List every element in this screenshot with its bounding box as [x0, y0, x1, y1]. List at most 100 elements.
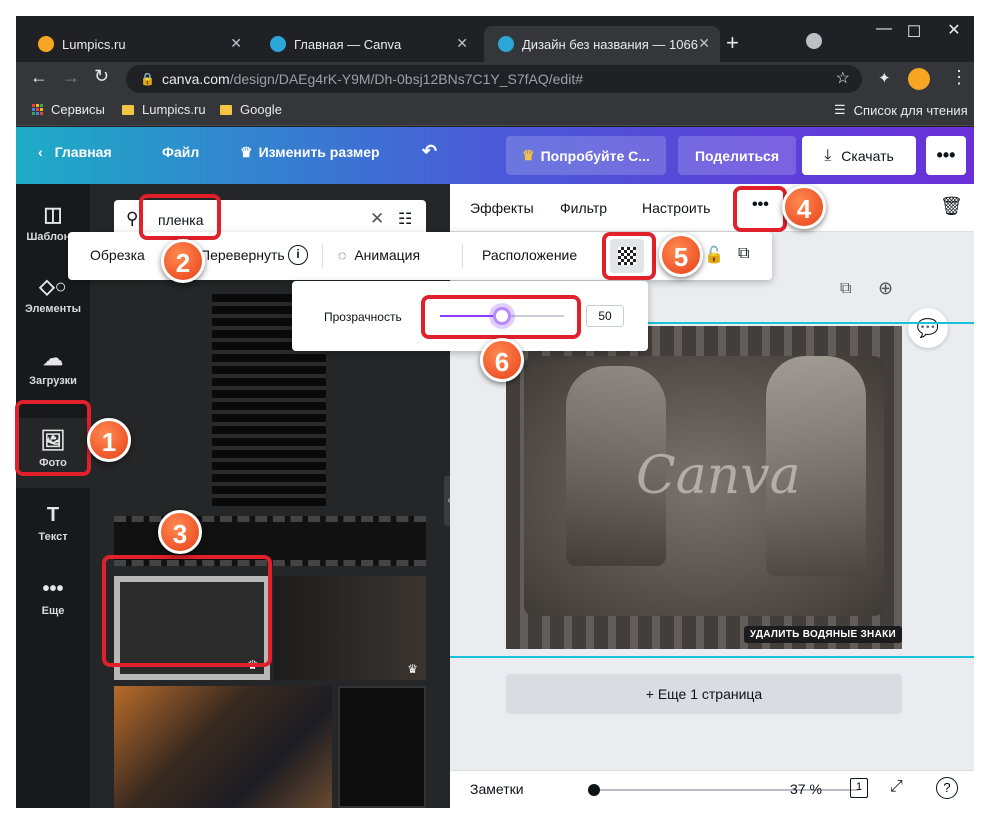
new-tab-icon[interactable]: + [726, 30, 739, 56]
canva-favicon-icon [498, 36, 514, 52]
home-button[interactable]: ‹ Главная [38, 144, 112, 160]
rail-more[interactable]: ••• Еще [16, 578, 90, 617]
back-icon[interactable]: ← [30, 67, 48, 88]
notes-button[interactable]: Заметки [470, 781, 524, 797]
filter-button[interactable]: Фильтр [560, 200, 607, 216]
bookmark-lumpics[interactable]: Lumpics.ru [122, 102, 206, 117]
search-icon: ⚲ [126, 209, 139, 228]
highlight-transparency [602, 232, 656, 280]
file-menu[interactable]: Файл [162, 144, 199, 160]
tab-title: Главная — Canva [294, 36, 402, 52]
close-tab-icon[interactable]: ✕ [230, 35, 242, 52]
camera-photo-thumbnail[interactable] [114, 686, 332, 808]
bookmarks-bar: Сервисы Lumpics.ru Google ☰ Список для чт… [16, 96, 974, 126]
add-page-button[interactable]: + Еще 1 страница [506, 674, 902, 714]
bookmark-label: Список для чтения [853, 102, 968, 118]
url-host: canva.com [162, 71, 230, 87]
try-label: Попробуйте С... [540, 147, 650, 164]
reload-icon[interactable]: ↻ [94, 66, 109, 87]
highlight-thumbnail [102, 555, 272, 667]
rail-elements[interactable]: ◇○ Элементы [16, 274, 90, 315]
tab-search-icon[interactable] [806, 33, 822, 49]
rail-uploads[interactable]: ☁ Загрузки [16, 346, 90, 387]
rail-label: Элементы [24, 303, 82, 315]
help-icon[interactable]: ? [936, 777, 958, 799]
bookmark-label: Google [240, 102, 282, 117]
selection-guide [450, 656, 974, 658]
url-field[interactable]: 🔒 canva.com/design/DAEg4rK-Y9M/Dh-0bsj12… [126, 65, 862, 93]
folder-icon [220, 104, 232, 115]
bookmark-google[interactable]: Google [220, 102, 282, 117]
share-button[interactable]: Поделиться [678, 136, 796, 175]
resize-button[interactable]: ♛ Изменить размер [240, 144, 380, 161]
rail-text[interactable]: T Текст [16, 504, 90, 543]
highlight-more-options [733, 186, 787, 232]
tab-bar: Lumpics.ru ✕ Главная — Canva ✕ Дизайн бе… [16, 16, 974, 62]
page-count-icon[interactable]: 1 [850, 778, 868, 798]
reading-list[interactable]: ☰ Список для чтения [834, 102, 968, 118]
browser-window: Lumpics.ru ✕ Главная — Canva ✕ Дизайн бе… [16, 16, 974, 808]
download-icon: ⤓ [824, 146, 832, 164]
zoom-slider-handle[interactable] [588, 784, 600, 796]
crown-icon: ♛ [522, 147, 535, 163]
flip-button[interactable]: Перевернуть [200, 247, 285, 263]
divider [322, 244, 323, 268]
bookmark-services[interactable]: Сервисы [32, 102, 105, 117]
trash-icon[interactable]: 🗑 [940, 196, 963, 217]
duplicate-page-icon[interactable]: ⧉ [840, 280, 851, 298]
add-page-icon[interactable]: ⊕ [878, 278, 893, 299]
animation-label: Анимация [354, 247, 421, 263]
close-tab-icon[interactable]: ✕ [456, 35, 468, 52]
crown-icon: ♛ [407, 662, 418, 676]
menu-icon[interactable]: ⋮ [950, 67, 968, 88]
download-button[interactable]: ⤓ Скачать [802, 136, 916, 175]
bookmark-label: Lumpics.ru [142, 102, 206, 117]
adjust-button[interactable]: Настроить [642, 200, 710, 216]
bookmark-label: Сервисы [51, 102, 105, 117]
film-frame-thumbnail[interactable] [338, 686, 426, 808]
rail-label: Загрузки [29, 375, 77, 387]
forward-icon[interactable]: → [62, 67, 80, 88]
crown-icon: ♛ [240, 144, 253, 160]
undo-icon[interactable]: ↶ [422, 141, 437, 162]
filter-icon[interactable]: ☷ [398, 209, 412, 229]
animation-button[interactable]: ◌ Анимация [338, 247, 420, 263]
crop-button[interactable]: Обрезка [90, 247, 145, 263]
design-image[interactable]: Canva УДАЛИТЬ ВОДЯНЫЕ ЗНАКИ [506, 326, 902, 649]
lock-icon: 🔒 [140, 72, 155, 86]
zoom-level[interactable]: 37 % [790, 781, 822, 797]
home-label: Главная [54, 144, 112, 160]
edit-toolbar: Эффекты Фильтр Настроить ••• 🗑 [450, 184, 974, 232]
bookmark-star-icon[interactable]: ☆ [836, 65, 850, 93]
lock-icon[interactable]: 🔓 [704, 245, 724, 265]
close-window-icon[interactable]: ✕ [934, 20, 974, 40]
tab-canva-home[interactable]: Главная — Canva ✕ [256, 26, 478, 62]
maximize-icon[interactable]: ☐ [894, 22, 934, 42]
address-bar: ← → ↻ 🔒 canva.com/design/DAEg4rK-Y9M/Dh-… [16, 62, 974, 96]
canva-favicon-icon [270, 36, 286, 52]
profile-avatar[interactable] [908, 68, 930, 90]
extensions-icon[interactable]: ✦ [878, 69, 891, 87]
transparency-value-input[interactable]: 50 [586, 305, 624, 327]
reading-list-icon: ☰ [834, 102, 846, 117]
more-menu-icon[interactable]: ••• [926, 136, 966, 175]
tab-canva-design[interactable]: Дизайн без названия — 1066 ✕ [484, 26, 720, 62]
clear-search-icon[interactable]: ✕ [370, 209, 384, 229]
tab-lumpics[interactable]: Lumpics.ru ✕ [24, 26, 252, 62]
animation-icon: ◌ [338, 247, 347, 263]
rail-label: Текст [38, 531, 68, 543]
close-tab-icon[interactable]: ✕ [698, 35, 710, 52]
step-badge-4: 4 [782, 185, 826, 229]
effects-button[interactable]: Эффекты [470, 200, 534, 216]
film-texture-thumbnail[interactable]: ♛ [274, 576, 426, 680]
resize-label: Изменить размер [258, 144, 380, 160]
remove-watermarks-button[interactable]: УДАЛИТЬ ВОДЯНЫЕ ЗНАКИ [743, 626, 902, 643]
duplicate-icon[interactable]: ⧉ [738, 245, 749, 263]
try-pro-button[interactable]: ♛ Попробуйте С... [506, 136, 666, 175]
info-icon[interactable]: i [288, 245, 308, 265]
position-button[interactable]: Расположение [482, 247, 577, 263]
fullscreen-icon[interactable]: ⤢ [890, 778, 903, 796]
rail-label: Еще [41, 605, 65, 617]
comment-icon[interactable]: 💬 [908, 308, 948, 348]
canva-topbar: ‹ Главная Файл ♛ Изменить размер ↶ ♛ Попроб… [16, 127, 974, 184]
